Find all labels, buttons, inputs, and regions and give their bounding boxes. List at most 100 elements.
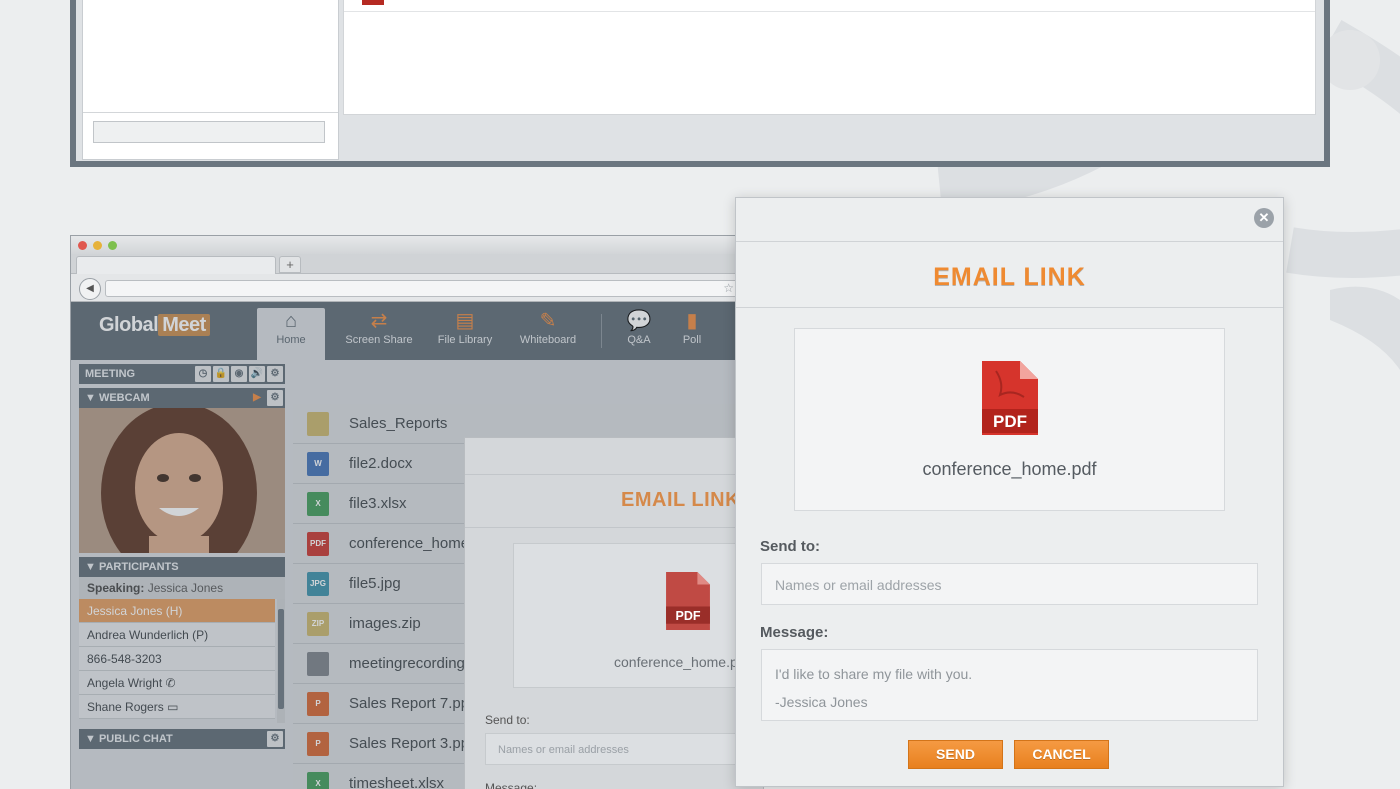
dialog-header: ✕ <box>736 198 1283 242</box>
ghost-message-label: Message: <box>485 781 538 789</box>
send-to-label: Send to: <box>760 538 820 555</box>
participants-panel-header[interactable]: ▼ PARTICIPANTS <box>79 557 285 577</box>
participant-name: Shane Rogers <box>87 700 164 714</box>
camera-icon[interactable]: ▶ <box>249 390 265 406</box>
back-button[interactable]: ◀ <box>79 278 101 300</box>
file-name: timesheet.xlsx <box>349 775 445 789</box>
participant-row[interactable]: Angela Wright ✆ <box>79 671 275 695</box>
zoom-window-icon[interactable] <box>108 241 117 250</box>
bookmark-star-icon[interactable]: ☆ <box>723 281 734 295</box>
cancel-button[interactable]: CANCEL <box>1014 740 1109 769</box>
participant-list: Jessica Jones (H) Andrea Wunderlich (P) … <box>79 599 285 723</box>
message-textarea[interactable]: I'd like to share my file with you. -Jes… <box>761 649 1258 721</box>
send-to-input[interactable]: Names or email addresses <box>761 563 1258 605</box>
file-name: Sales Report 7.pptx <box>349 695 481 712</box>
excel-file-icon: X <box>307 492 329 516</box>
toolbar-screen-share[interactable]: ⇄ Screen Share <box>339 308 419 360</box>
webcam-video <box>79 408 285 553</box>
file-name: conference_home.pdf <box>922 459 1097 479</box>
message-line: -Jessica Jones <box>775 694 868 710</box>
record-icon[interactable]: ◉ <box>231 366 247 382</box>
address-bar[interactable]: ☆ <box>105 280 739 297</box>
participant-row[interactable]: Andrea Wunderlich (P) <box>79 623 275 647</box>
powerpoint-file-icon: P <box>307 732 329 756</box>
clock-icon[interactable]: ◷ <box>195 366 211 382</box>
left-sidebar: MEETING ◷ 🔒 ◉ 🔊 ⚙ ▼ WEBCAM ▶ ⚙ ▼ PARTICI… <box>79 364 285 789</box>
screen-share-icon: ⇄ <box>370 310 388 332</box>
webcam-header-label: WEBCAM <box>98 392 150 404</box>
public-chat-panel-header[interactable]: ▼ PUBLIC CHAT ⚙ <box>79 729 285 749</box>
toolbar-qa-label: Q&A <box>627 334 651 346</box>
message-label: Message: <box>760 624 829 641</box>
excel-file-icon: X <box>307 772 329 789</box>
file-name: file2.docx <box>349 455 413 472</box>
toolbar-poll-label: Poll <box>682 334 702 346</box>
participant-row[interactable]: Shane Rogers ▭ <box>79 695 275 719</box>
file-name: file5.jpg <box>349 575 401 592</box>
collapse-arrow-icon: ▼ <box>85 561 99 573</box>
top-chat-input[interactable] <box>93 121 325 143</box>
toolbar-qa[interactable]: 💬 Q&A <box>617 308 661 360</box>
collapse-arrow-icon: ▼ <box>85 733 99 745</box>
toolbar-file-library[interactable]: ▤ File Library <box>431 308 499 360</box>
gear-icon[interactable]: ⚙ <box>267 390 283 406</box>
ghost-dialog-title-bar: EMAIL LINK <box>465 474 763 528</box>
toolbar-home[interactable]: ⌂ Home <box>257 308 325 360</box>
poll-icon: ▮ <box>686 310 698 332</box>
close-window-icon[interactable] <box>78 241 87 250</box>
close-icon[interactable]: ✕ <box>1254 208 1274 228</box>
participant-row[interactable]: Jessica Jones (H) <box>79 599 275 623</box>
toolbar-whiteboard[interactable]: ✎ Whiteboard <box>511 308 585 360</box>
gear-icon[interactable]: ⚙ <box>267 366 283 382</box>
participant-name: Angela Wright <box>87 676 163 690</box>
participants-header-label: PARTICIPANTS <box>98 561 179 573</box>
qa-icon: 💬 <box>626 310 652 332</box>
ghost-send-to-label: Send to: <box>485 713 530 727</box>
folder-file-icon <box>307 412 329 436</box>
new-tab-button[interactable]: + <box>279 256 301 273</box>
background-email-dialog: EMAIL LINK PDF conference_home.pdf Send … <box>464 437 773 789</box>
whiteboard-icon: ✎ <box>539 310 557 332</box>
speaker-icon[interactable]: 🔊 <box>249 366 265 382</box>
file-name: meetingrecording <box>349 655 465 672</box>
ghost-send-to-input: Names or email addresses <box>485 733 745 765</box>
browser-tab[interactable] <box>76 256 276 274</box>
monitor-icon: ▭ <box>167 700 179 714</box>
pdf-file-icon: PDF <box>307 532 329 556</box>
word-file-icon: W <box>307 452 329 476</box>
toolbar-screen-share-label: Screen Share <box>345 334 413 346</box>
browser-titlebar <box>71 236 749 254</box>
phone-icon: ✆ <box>165 676 176 690</box>
participant-name: Andrea Wunderlich (P) <box>87 628 209 642</box>
pdf-badge-text: PDF <box>993 412 1027 431</box>
file-library-icon: ▤ <box>455 310 475 332</box>
file-preview-card: PDF conference_home.pdf <box>794 328 1225 511</box>
browser-url-bar: ◀ ☆ <box>71 274 749 302</box>
webcam-panel-header[interactable]: ▼ WEBCAM ▶ ⚙ <box>79 388 285 408</box>
pdf-icon <box>362 0 384 5</box>
scrollbar-thumb[interactable] <box>278 609 284 709</box>
participant-name: Jessica Jones (H) <box>87 604 183 618</box>
browser-tab-strip: + <box>71 254 749 274</box>
minimize-window-icon[interactable] <box>93 241 102 250</box>
ghost-file-card: PDF conference_home.pdf <box>513 543 773 688</box>
pdf-icon: PDF <box>666 572 710 630</box>
lock-icon[interactable]: 🔒 <box>213 366 229 382</box>
participant-row[interactable]: 866-548-3203 <box>79 647 275 671</box>
participant-name: 866-548-3203 <box>87 652 162 666</box>
email-link-dialog: ✕ EMAIL LINK PDF conference_home.pdf Sen… <box>735 197 1284 787</box>
participants-scrollbar[interactable] <box>277 599 285 723</box>
top-left-panel <box>82 0 339 160</box>
top-right-panel <box>343 0 1316 115</box>
speaking-label: Speaking: <box>87 581 145 595</box>
message-line: I'd like to share my file with you. <box>775 666 973 682</box>
meeting-panel-header[interactable]: MEETING ◷ 🔒 ◉ 🔊 ⚙ <box>79 364 285 384</box>
send-button[interactable]: SEND <box>908 740 1003 769</box>
collapse-arrow-icon: ▼ <box>85 392 99 404</box>
public-chat-header-label: PUBLIC CHAT <box>98 733 173 745</box>
top-window-body <box>76 0 1324 161</box>
toolbar-poll[interactable]: ▮ Poll <box>673 308 711 360</box>
pdf-icon: PDF <box>982 361 1038 435</box>
gear-icon[interactable]: ⚙ <box>267 731 283 747</box>
webcam-person-image <box>79 408 285 553</box>
